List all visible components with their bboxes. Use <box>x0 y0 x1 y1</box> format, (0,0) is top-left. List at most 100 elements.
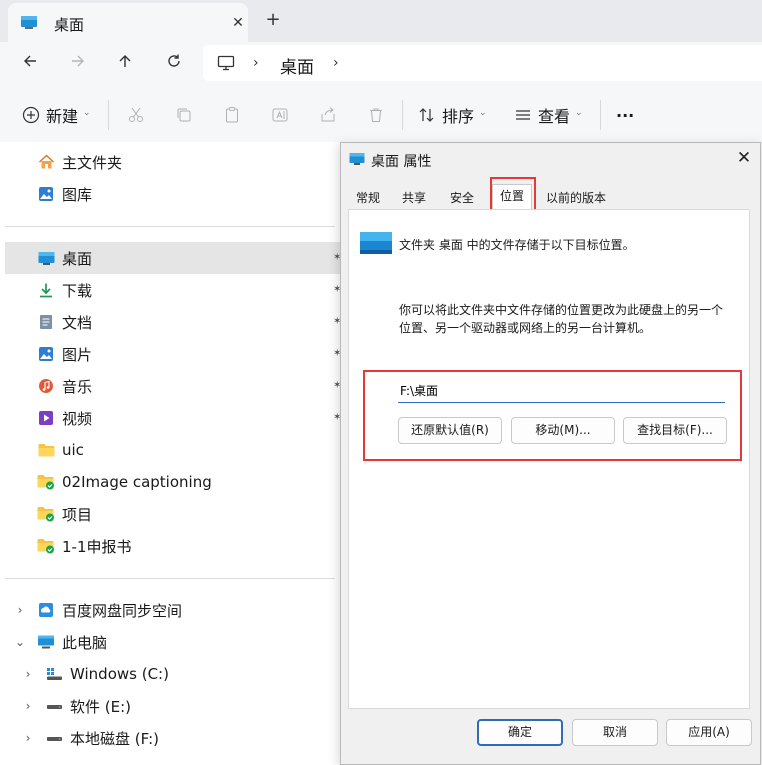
expand-chevron-icon[interactable]: › <box>13 603 27 617</box>
cut-button[interactable] <box>127 100 145 130</box>
video-icon <box>37 409 55 427</box>
delete-button[interactable] <box>367 100 385 130</box>
new-tab-button[interactable]: + <box>262 9 284 31</box>
sidebar-item-label: uic <box>62 441 84 459</box>
tab-close-icon[interactable]: ✕ <box>228 13 248 33</box>
tab-security[interactable]: 安全 <box>445 187 479 209</box>
sidebar-item-pictures[interactable]: 图片 <box>0 338 338 370</box>
sidebar-item-project[interactable]: 项目 <box>0 498 338 530</box>
ok-button[interactable]: 确定 <box>477 719 563 746</box>
sidebar-item-drive-c[interactable]: › Windows (C:) <box>0 658 338 690</box>
arrow-left-icon <box>24 55 36 67</box>
dialog-close-icon[interactable]: ✕ <box>735 149 753 167</box>
desktop-icon <box>37 249 55 267</box>
properties-dialog: 桌面 属性 ✕ 常规 共享 安全 位置 以前的版本 文件夹 桌面 中的文件存储于… <box>340 142 761 765</box>
cloud-sync-icon <box>37 601 55 619</box>
chevron-down-icon: ⌄ <box>575 108 583 118</box>
expand-chevron-icon[interactable]: › <box>21 731 35 745</box>
share-button[interactable] <box>319 100 337 130</box>
tab-sharing[interactable]: 共享 <box>397 187 431 209</box>
path-section-highlight <box>363 370 742 461</box>
sidebar-item-label: 主文件夹 <box>62 153 123 172</box>
up-button[interactable] <box>110 46 140 76</box>
sidebar-item-this-pc[interactable]: ⌄ 此电脑 <box>0 626 338 658</box>
sidebar-item-label: Windows (C:) <box>70 665 169 683</box>
sidebar-item-drive-f[interactable]: › 本地磁盘 (F:) <box>0 722 338 754</box>
sidebar-item-home[interactable]: 主文件夹 <box>0 146 338 178</box>
sidebar-item-application[interactable]: 1-1申报书 <box>0 530 338 562</box>
breadcrumb-chevron-icon[interactable]: › <box>333 55 339 71</box>
music-icon <box>37 377 55 395</box>
sidebar-item-uic[interactable]: uic <box>0 434 338 466</box>
tab-general[interactable]: 常规 <box>351 187 385 209</box>
sidebar-item-documents[interactable]: 文档 <box>0 306 338 338</box>
computer-icon <box>37 633 55 651</box>
tab-previous-versions[interactable]: 以前的版本 <box>544 187 608 209</box>
sidebar-item-drive-e[interactable]: › 软件 (E:) <box>0 690 338 722</box>
more-options-button[interactable]: ··· <box>616 100 634 130</box>
divider <box>5 578 335 579</box>
refresh-icon <box>168 54 180 67</box>
synced-folder-icon <box>37 473 55 491</box>
sidebar-item-label: 桌面 <box>62 249 93 268</box>
navigation-pane: 主文件夹 图库 桌面 ✶ 下载 ✶ 文档 ✶ 图片 ✶ 音乐 ✶ 视频 ✶ ui… <box>0 142 341 765</box>
desktop-icon <box>349 152 365 166</box>
breadcrumb-chevron-icon: › <box>253 55 259 71</box>
sort-button[interactable]: 排序 ⌄ <box>418 100 487 130</box>
document-icon <box>37 313 55 331</box>
view-list-icon <box>516 110 530 120</box>
sidebar-item-music[interactable]: 音乐 <box>0 370 338 402</box>
sidebar-item-label: 音乐 <box>62 377 93 396</box>
tab-strip: 桌面 ✕ + <box>0 0 762 42</box>
tab-desktop[interactable]: 桌面 ✕ <box>8 3 248 42</box>
location-description: 文件夹 桌面 中的文件存储于以下目标位置。 <box>399 238 635 252</box>
cancel-button[interactable]: 取消 <box>572 719 658 746</box>
view-label: 查看 <box>538 107 571 126</box>
collapse-chevron-icon[interactable]: ⌄ <box>13 635 27 649</box>
divider <box>402 100 403 130</box>
sort-label: 排序 <box>442 107 475 126</box>
sidebar-item-videos[interactable]: 视频 <box>0 402 338 434</box>
windows-drive-icon <box>45 665 63 683</box>
copy-button[interactable] <box>175 100 193 130</box>
sidebar-item-label: 1-1申报书 <box>62 537 132 556</box>
sidebar-item-label: 图片 <box>62 345 93 364</box>
home-icon <box>37 153 55 171</box>
location-hint-line1: 你可以将此文件夹中文件存储的位置更改为此硬盘上的另一个 <box>399 303 724 317</box>
divider <box>108 100 109 130</box>
refresh-button[interactable] <box>159 46 189 76</box>
forward-button[interactable] <box>63 46 93 76</box>
desktop-icon <box>20 14 38 30</box>
expand-chevron-icon[interactable]: › <box>21 667 35 681</box>
sidebar-item-02image-captioning[interactable]: 02Image captioning <box>0 466 338 498</box>
rename-button[interactable] <box>271 100 289 130</box>
apply-button[interactable]: 应用(A) <box>666 719 752 746</box>
sidebar-item-downloads[interactable]: 下载 <box>0 274 338 306</box>
synced-folder-icon <box>37 537 55 555</box>
breadcrumb-desktop[interactable]: 桌面 <box>280 53 314 78</box>
rename-icon <box>272 108 288 122</box>
arrow-up-icon <box>119 55 131 67</box>
chevron-down-icon: ⌄ <box>83 108 91 118</box>
sidebar-item-desktop[interactable]: 桌面 <box>5 242 340 274</box>
tab-title: 桌面 <box>54 16 85 34</box>
sidebar-item-label: 02Image captioning <box>62 473 212 491</box>
address-bar[interactable]: › 桌面 › <box>203 45 762 81</box>
paste-button[interactable] <box>223 100 241 130</box>
sidebar-item-label: 视频 <box>62 409 93 428</box>
arrow-right-icon <box>72 55 84 67</box>
expand-chevron-icon[interactable]: › <box>21 699 35 713</box>
copy-icon <box>177 108 191 122</box>
divider <box>5 226 335 227</box>
trash-icon <box>370 108 382 122</box>
new-label: 新建 <box>46 107 79 126</box>
back-button[interactable] <box>15 46 45 76</box>
sort-icon <box>419 108 434 122</box>
sidebar-item-baidu-sync[interactable]: › 百度网盘同步空间 <box>0 594 338 626</box>
sidebar-item-gallery[interactable]: 图库 <box>0 178 338 210</box>
chevron-down-icon: ⌄ <box>479 108 487 118</box>
sidebar-item-label: 下载 <box>62 281 93 300</box>
view-button[interactable]: 查看 ⌄ <box>514 100 583 130</box>
new-button[interactable]: 新建 ⌄ <box>22 100 91 130</box>
command-toolbar: 新建 ⌄ 排序 ⌄ 查看 ⌄ ··· <box>0 86 762 143</box>
